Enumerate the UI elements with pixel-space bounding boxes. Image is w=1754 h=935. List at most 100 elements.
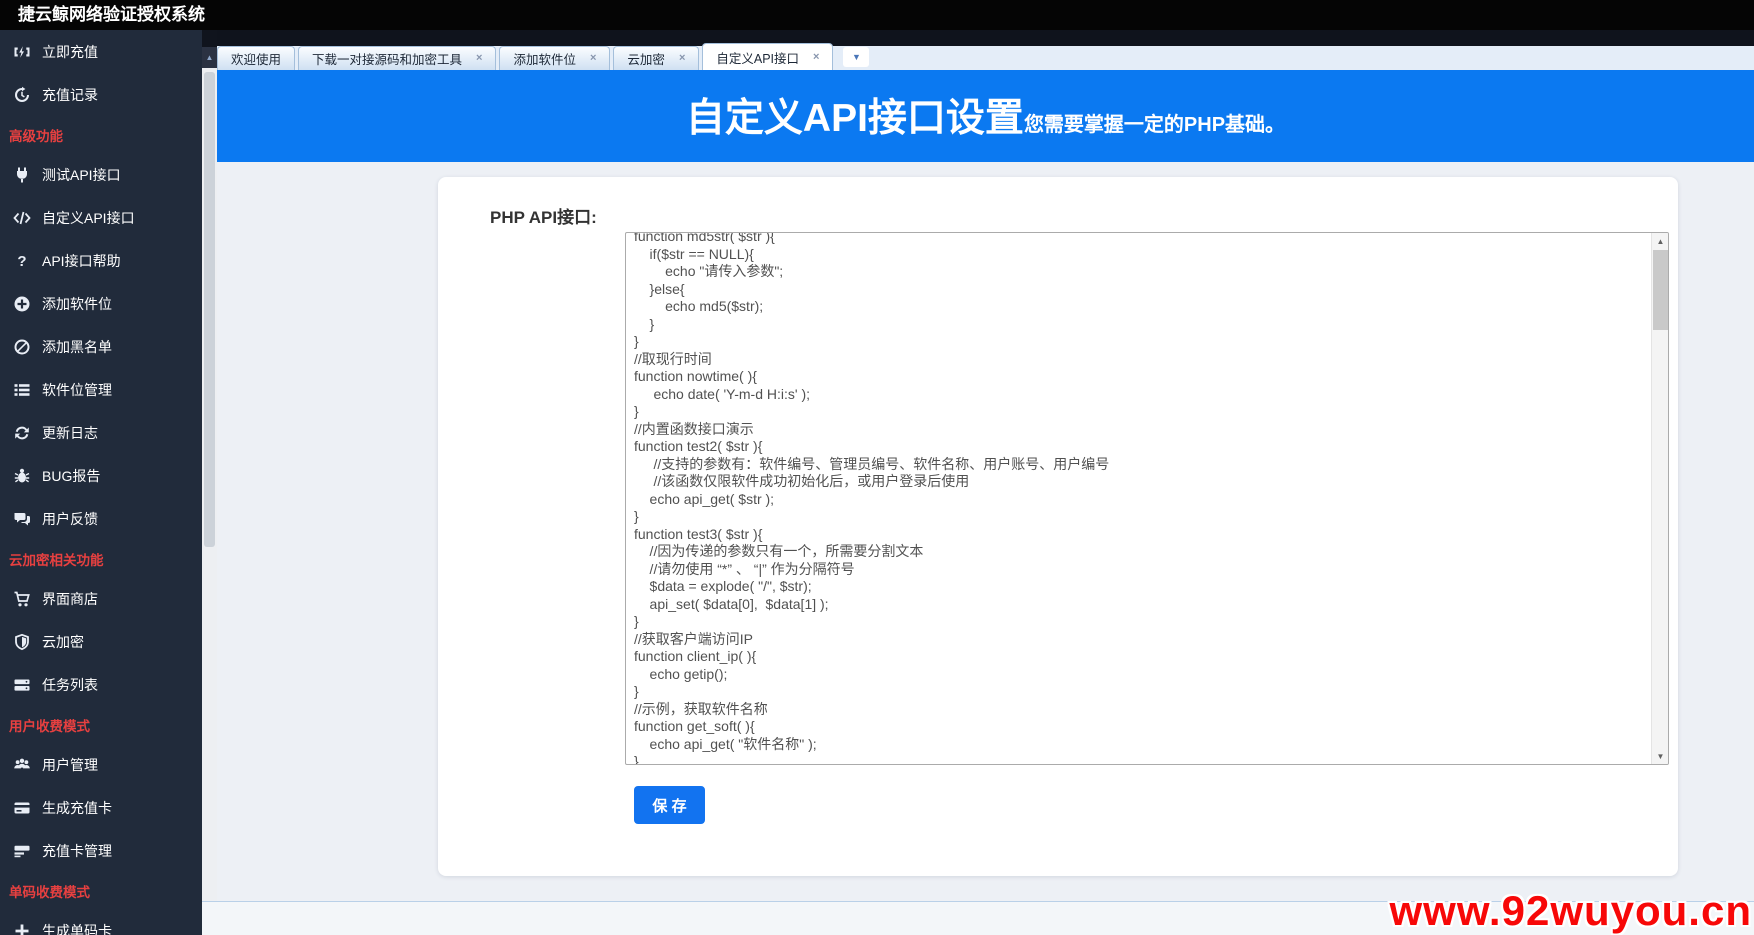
sidebar-item-label: 更新日志 xyxy=(42,423,98,443)
textarea-scroll-down-icon[interactable]: ▼ xyxy=(1652,748,1669,764)
app-title: 捷云鲸网络验证授权系统 xyxy=(18,5,205,24)
textarea-scrollbar[interactable]: ▲ ▼ xyxy=(1651,233,1668,764)
tab-active[interactable]: 自定义API接口 × xyxy=(702,43,833,70)
php-api-label: PHP API接口: xyxy=(490,203,597,228)
scroll-up-icon: ▲ xyxy=(206,53,214,62)
sidebar-item-users[interactable]: 用户管理 xyxy=(0,743,202,786)
save-button[interactable]: 保 存 xyxy=(634,786,705,824)
sidebar-item-list[interactable]: 软件位管理 xyxy=(0,368,202,411)
sidebar-item-label: 添加黑名单 xyxy=(42,337,112,357)
title-bar: 捷云鲸网络验证授权系统 xyxy=(0,0,1754,30)
tab-close-icon[interactable]: × xyxy=(813,52,819,63)
card-manage-icon xyxy=(9,842,35,860)
sidebar-item-shield[interactable]: 云加密 xyxy=(0,620,202,663)
scrollbar-track[interactable] xyxy=(202,68,217,901)
plug-icon xyxy=(9,166,35,184)
sidebar-item-label: 云加密 xyxy=(42,632,84,652)
code-icon xyxy=(9,209,35,227)
sidebar-item-plug[interactable]: 测试API接口 xyxy=(0,153,202,196)
php-code-content[interactable]: function md5str( $str ){ if($str == NULL… xyxy=(626,232,1651,764)
sidebar-item-comments[interactable]: 用户反馈 xyxy=(0,497,202,540)
tab-label: 云加密 xyxy=(627,49,665,68)
sidebar-item-card[interactable]: 生成充值卡 xyxy=(0,786,202,829)
app-window: 捷云鲸网络验证授权系统 立即充值充值记录高级功能测试API接口自定义API接口?… xyxy=(0,0,1754,935)
scroll-up-button[interactable]: ▲ xyxy=(202,47,217,68)
sidebar-item-label: 充值卡管理 xyxy=(42,841,112,861)
history-icon xyxy=(9,86,35,104)
sidebar-item-plus[interactable]: 生成单码卡 xyxy=(0,909,202,935)
plus-circle-icon xyxy=(9,295,35,313)
main-area: 欢迎使用 下载一对接源码和加密工具 × 添加软件位 × 云加密 × 自定义API接口 × ▼ 自定… xyxy=(217,30,1754,935)
tab-item[interactable]: 下载一对接源码和加密工具 × xyxy=(298,46,496,70)
sidebar-item-label: 界面商店 xyxy=(42,589,98,609)
sidebar-item-code[interactable]: 自定义API接口 xyxy=(0,196,202,239)
card-icon xyxy=(9,799,35,817)
sidebar: 立即充值充值记录高级功能测试API接口自定义API接口? API接口帮助添加软件位… xyxy=(0,30,202,935)
sidebar-item-label: API接口帮助 xyxy=(42,251,121,271)
users-icon xyxy=(9,756,35,774)
page-subtitle: 您需要掌握一定的PHP基础。 xyxy=(1024,108,1285,137)
sidebar-item-history[interactable]: 充值记录 xyxy=(0,73,202,116)
tab-close-icon[interactable]: × xyxy=(476,53,482,64)
sidebar-item-label: BUG报告 xyxy=(42,466,100,486)
content-scrollbar[interactable]: ▲ xyxy=(202,30,217,901)
sidebar-item-plus-circle[interactable]: 添加软件位 xyxy=(0,282,202,325)
recharge-icon xyxy=(9,43,35,61)
question-icon: ? xyxy=(9,252,35,270)
tab-close-icon[interactable]: × xyxy=(679,53,685,64)
sidebar-item-server[interactable]: 任务列表 xyxy=(0,663,202,706)
textarea-scrollbar-thumb[interactable] xyxy=(1653,250,1668,330)
sidebar-item-refresh[interactable]: 更新日志 xyxy=(0,411,202,454)
sidebar-item-label: 添加软件位 xyxy=(42,294,112,314)
tab-label: 欢迎使用 xyxy=(231,49,281,68)
scrollbar-thumb[interactable] xyxy=(204,72,215,547)
tab-strip: 欢迎使用 下载一对接源码和加密工具 × 添加软件位 × 云加密 × 自定义API接口 × ▼ xyxy=(217,43,869,70)
scrollbar-cap xyxy=(202,30,217,47)
tab-item[interactable]: 欢迎使用 xyxy=(217,46,295,70)
content-card: PHP API接口: function md5str( $str ){ if($… xyxy=(438,177,1678,876)
sidebar-menu: 立即充值充值记录高级功能测试API接口自定义API接口? API接口帮助添加软件位… xyxy=(0,30,202,935)
sidebar-item-label: 任务列表 xyxy=(42,675,98,695)
sidebar-item-label: 用户反馈 xyxy=(42,509,98,529)
plus-icon xyxy=(9,922,35,935)
sidebar-item-label: 自定义API接口 xyxy=(42,208,135,228)
tab-label: 自定义API接口 xyxy=(716,48,799,67)
comments-icon xyxy=(9,510,35,528)
server-icon xyxy=(9,676,35,694)
tab-item[interactable]: 云加密 × xyxy=(613,46,699,70)
content-area: PHP API接口: function md5str( $str ){ if($… xyxy=(217,162,1754,901)
watermark: www.92wuyou.cn xyxy=(1389,887,1752,935)
tab-label: 添加软件位 xyxy=(513,49,576,68)
tab-close-icon[interactable]: × xyxy=(590,53,596,64)
svg-text:?: ? xyxy=(17,253,26,270)
list-icon xyxy=(9,381,35,399)
tab-label: 下载一对接源码和加密工具 xyxy=(312,49,462,68)
sidebar-item-card-manage[interactable]: 充值卡管理 xyxy=(0,829,202,872)
sidebar-item-cart[interactable]: 界面商店 xyxy=(0,577,202,620)
sidebar-item-ban[interactable]: 添加黑名单 xyxy=(0,325,202,368)
sidebar-item-label: 生成充值卡 xyxy=(42,798,112,818)
sidebar-item-label: 充值记录 xyxy=(42,85,98,105)
tab-item[interactable]: 添加软件位 × xyxy=(499,46,610,70)
tab-list-dropdown-button[interactable]: ▼ xyxy=(843,47,869,67)
sidebar-section-header: 高级功能 xyxy=(0,116,202,153)
page-banner: 自定义API接口设置您需要掌握一定的PHP基础。 xyxy=(217,70,1754,162)
sidebar-item-label: 软件位管理 xyxy=(42,380,112,400)
textarea-scroll-up-icon[interactable]: ▲ xyxy=(1652,233,1669,249)
sidebar-item-label: 生成单码卡 xyxy=(42,921,112,935)
shield-icon xyxy=(9,633,35,651)
sidebar-item-question[interactable]: ? API接口帮助 xyxy=(0,239,202,282)
cart-icon xyxy=(9,590,35,608)
page-title: 自定义API接口设置 xyxy=(686,96,1024,143)
refresh-icon xyxy=(9,424,35,442)
sidebar-item-recharge[interactable]: 立即充值 xyxy=(0,30,202,73)
sidebar-item-label: 测试API接口 xyxy=(42,165,121,185)
sidebar-section-header: 用户收费模式 xyxy=(0,706,202,743)
sidebar-item-label: 立即充值 xyxy=(42,42,98,62)
bug-icon xyxy=(9,467,35,485)
tab-bar: 欢迎使用 下载一对接源码和加密工具 × 添加软件位 × 云加密 × 自定义API接口 × ▼ xyxy=(217,30,1754,70)
ban-icon xyxy=(9,338,35,356)
sidebar-section-header: 云加密相关功能 xyxy=(0,540,202,577)
php-code-textarea[interactable]: function md5str( $str ){ if($str == NULL… xyxy=(625,232,1669,765)
sidebar-item-bug[interactable]: BUG报告 xyxy=(0,454,202,497)
